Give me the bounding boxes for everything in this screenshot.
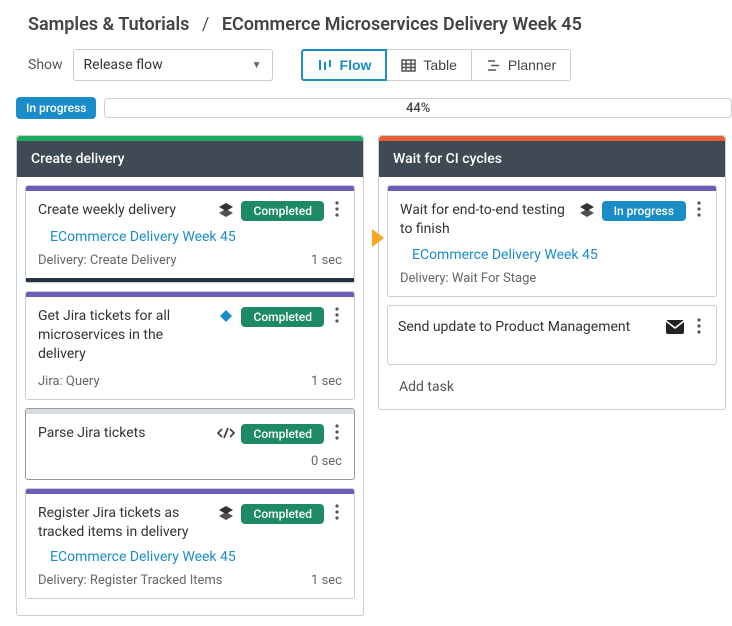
toolbar: Show Release flow ▼ Flow Table [0, 45, 732, 91]
flow-icon [317, 57, 333, 73]
view-planner-button[interactable]: Planner [472, 49, 571, 81]
breadcrumb-parent[interactable]: Samples & Tutorials [28, 14, 189, 35]
task-card[interactable]: Parse Jira tickets Completed 0 sec [25, 408, 355, 480]
task-title: Create weekly delivery [38, 201, 211, 220]
view-flow-button[interactable]: Flow [301, 49, 388, 81]
stack-icon [217, 504, 235, 522]
progress-row: In progress 44% [0, 91, 732, 125]
view-planner-label: Planner [508, 57, 556, 73]
task-footer-right: 1 sec [311, 374, 342, 389]
view-table-label: Table [423, 57, 456, 73]
more-icon[interactable] [330, 307, 344, 323]
task-card[interactable]: Wait for end-to-end testing to finish In… [387, 185, 717, 297]
task-link[interactable]: ECommerce Delivery Week 45 [388, 243, 716, 265]
play-marker-icon [372, 229, 384, 247]
task-link[interactable]: ECommerce Delivery Week 45 [26, 545, 354, 567]
column-header[interactable]: Create delivery [17, 141, 363, 177]
breadcrumb: Samples & Tutorials / ECommerce Microser… [0, 0, 732, 45]
task-footer-right: 1 sec [311, 253, 342, 268]
mail-icon [666, 318, 684, 336]
more-icon[interactable] [692, 201, 706, 217]
column-wait-ci: Wait for CI cycles Wait for end-to-end t… [378, 135, 726, 410]
caret-down-icon: ▼ [252, 60, 262, 71]
task-title: Wait for end-to-end testing to finish [400, 201, 572, 239]
show-label: Show [28, 57, 63, 73]
status-badge: In progress [16, 97, 96, 119]
show-select[interactable]: Release flow ▼ [73, 49, 273, 81]
column-body: Create weekly delivery Completed ECommer… [17, 177, 363, 615]
view-flow-label: Flow [340, 57, 372, 73]
status-badge: Completed [241, 504, 324, 524]
task-title: Get Jira tickets for all microservices i… [38, 307, 211, 364]
column-wrap: Wait for CI cycles Wait for end-to-end t… [378, 135, 726, 410]
columns: Create delivery Create weekly delivery C… [0, 125, 732, 626]
task-title: Parse Jira tickets [38, 424, 211, 443]
task-title: Send update to Product Management [398, 318, 658, 337]
more-icon[interactable] [330, 201, 344, 217]
select-value: Release flow [84, 57, 163, 73]
task-card-simple[interactable]: Send update to Product Management [387, 305, 717, 365]
status-badge: Completed [241, 307, 324, 327]
task-title: Register Jira tickets as tracked items i… [38, 504, 211, 542]
progress-bar: 44% [104, 98, 732, 118]
column-create-delivery: Create delivery Create weekly delivery C… [16, 135, 364, 616]
task-card[interactable]: Register Jira tickets as tracked items i… [25, 488, 355, 600]
task-footer-left: Jira: Query [38, 374, 100, 389]
more-icon[interactable] [692, 318, 706, 334]
status-badge: Completed [241, 201, 324, 221]
progress-percent: 44% [105, 99, 731, 118]
more-icon[interactable] [330, 504, 344, 520]
task-card[interactable]: Create weekly delivery Completed ECommer… [25, 185, 355, 283]
column-body: Wait for end-to-end testing to finish In… [379, 177, 725, 409]
jira-icon [217, 307, 235, 325]
task-footer-left: Delivery: Register Tracked Items [38, 573, 223, 588]
view-toggle: Flow Table Planner [301, 49, 572, 81]
task-footer-right: 1 sec [311, 573, 342, 588]
planner-icon [486, 58, 501, 73]
stack-icon [217, 201, 235, 219]
card-divider [26, 278, 354, 282]
task-card[interactable]: Get Jira tickets for all microservices i… [25, 291, 355, 400]
breadcrumb-current: ECommerce Microservices Delivery Week 45 [222, 14, 582, 35]
task-footer-left: Delivery: Create Delivery [38, 253, 177, 268]
breadcrumb-separator: / [202, 14, 209, 35]
stack-icon [578, 201, 596, 219]
task-footer-left: Delivery: Wait For Stage [400, 271, 536, 286]
add-task-button[interactable]: Add task [387, 373, 717, 401]
view-table-button[interactable]: Table [387, 49, 471, 81]
status-badge: In progress [602, 201, 686, 221]
column-header[interactable]: Wait for CI cycles [379, 141, 725, 177]
task-footer-right: 0 sec [311, 454, 342, 469]
code-icon [217, 424, 235, 442]
more-icon[interactable] [330, 424, 344, 440]
task-link[interactable]: ECommerce Delivery Week 45 [26, 225, 354, 247]
status-badge: Completed [241, 424, 324, 444]
table-icon [401, 58, 416, 73]
